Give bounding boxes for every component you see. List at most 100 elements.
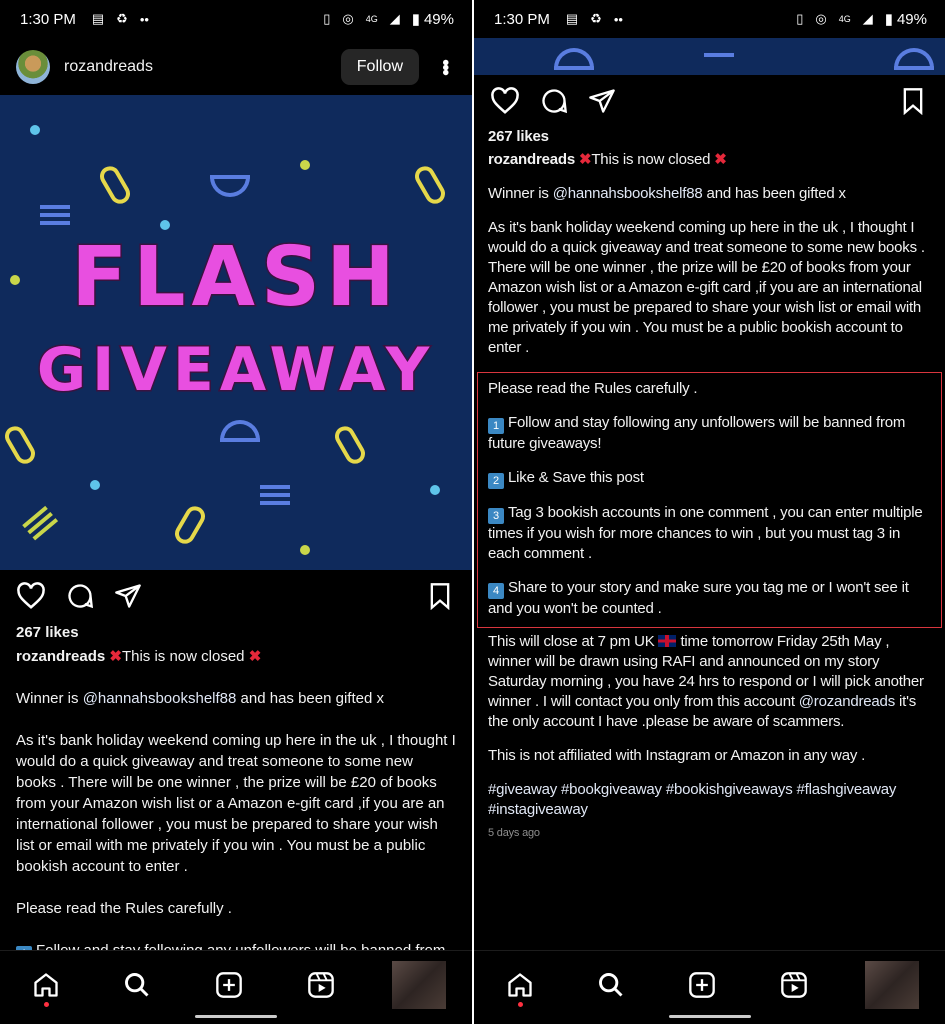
nav-home[interactable]	[26, 965, 66, 1007]
notification-icon: ▤	[91, 11, 105, 26]
add-post-icon	[216, 971, 242, 998]
keycap-4-icon: 4	[488, 583, 504, 599]
winner-handle[interactable]: @hannahsbookshelf88	[83, 690, 237, 707]
more-options-icon[interactable]: •••	[433, 59, 456, 74]
cross-mark-icon: ✖	[248, 648, 262, 665]
network-label: 4G	[838, 14, 851, 24]
vibrate-icon: ▯	[323, 11, 331, 26]
nav-search[interactable]	[591, 965, 631, 1005]
post-caption: 267 likes rozandreads ✖This is now close…	[474, 127, 945, 840]
comment-icon[interactable]	[540, 87, 568, 115]
notification-icon: ▤	[565, 11, 579, 26]
post-image[interactable]	[474, 38, 945, 75]
image-title-line2: GIVEAWAY	[35, 334, 436, 407]
caption-username[interactable]: rozandreads	[16, 648, 105, 665]
post-caption: 267 likes rozandreads ✖This is now close…	[0, 622, 472, 952]
status-time: 1:30 PM	[20, 10, 76, 28]
post-image[interactable]: FLASH GIVEAWAY	[0, 95, 472, 570]
share-icon[interactable]	[588, 87, 616, 115]
post-timestamp: 5 days ago	[488, 827, 540, 839]
winner-text: Winner is	[488, 185, 553, 202]
intro-text: As it's bank holiday weekend coming up h…	[16, 732, 456, 875]
winner-handle[interactable]: @hannahsbookshelf88	[553, 185, 703, 202]
bottom-nav	[0, 950, 472, 1024]
comment-icon[interactable]	[66, 582, 94, 610]
nav-search[interactable]	[117, 965, 157, 1005]
disclaimer: This is not affiliated with Instagram or…	[488, 747, 866, 764]
rule-3: Tag 3 bookish accounts in one comment , …	[488, 504, 923, 562]
more-notifications-icon: ••	[613, 11, 623, 27]
home-icon	[508, 972, 532, 997]
keycap-2-icon: 2	[488, 473, 504, 489]
account-handle[interactable]: @rozandreads	[799, 693, 895, 710]
reels-icon	[781, 971, 807, 998]
status-bar: 1:30 PM ▤ ♻ •• ▯ ◎ 4G ◢ ▮ 49%	[474, 0, 945, 38]
nav-profile-avatar[interactable]	[392, 960, 447, 1009]
phone-screen-left: 1:30 PM ▤ ♻ •• ▯ ◎ 4G ◢ ▮ 49% rozandread…	[0, 0, 472, 1024]
caption-headline: This is now closed	[121, 648, 245, 665]
rules-title: Please read the Rules carefully .	[16, 900, 232, 917]
more-notifications-icon: ••	[139, 11, 149, 27]
share-icon[interactable]	[114, 582, 142, 610]
home-icon	[34, 972, 58, 997]
likes-count[interactable]: 267 likes	[488, 127, 931, 147]
nav-profile-avatar[interactable]	[865, 960, 920, 1009]
winner-text: Winner is	[16, 690, 83, 707]
reels-icon	[307, 971, 334, 998]
sync-icon: ♻	[590, 11, 602, 26]
keycap-1-icon: 1	[488, 418, 504, 434]
hotspot-icon: ◎	[815, 11, 827, 26]
nav-home[interactable]	[500, 965, 540, 1007]
status-bar: 1:30 PM ▤ ♻ •• ▯ ◎ 4G ◢ ▮ 49%	[0, 0, 472, 38]
username[interactable]: rozandreads	[64, 58, 341, 76]
rule-2: Like & Save this post	[508, 469, 644, 486]
signal-icon: ◢	[389, 11, 400, 26]
battery-level: 49%	[423, 10, 454, 28]
hashtags[interactable]: #giveaway #bookgiveaway #bookishgiveaway…	[488, 780, 931, 820]
like-icon[interactable]	[16, 582, 46, 610]
bookmark-icon[interactable]	[428, 582, 452, 610]
caption-headline: This is now closed	[591, 151, 711, 168]
avatar[interactable]	[16, 49, 50, 84]
cross-mark-icon: ✖	[109, 648, 122, 665]
add-post-icon	[689, 971, 716, 998]
battery-level: 49%	[896, 10, 927, 28]
search-icon	[125, 972, 149, 997]
search-icon	[599, 972, 623, 997]
nav-reels[interactable]	[301, 965, 341, 1005]
nav-create[interactable]	[209, 965, 249, 1005]
rule-1: Follow and stay following any unfollower…	[488, 414, 906, 452]
likes-count[interactable]: 267 likes	[16, 622, 456, 643]
sync-icon: ♻	[116, 11, 128, 26]
like-icon[interactable]	[490, 87, 520, 115]
keycap-3-icon: 3	[488, 508, 504, 524]
hotspot-icon: ◎	[342, 11, 354, 26]
winner-text-end: and has been gifted x	[702, 185, 846, 202]
intro-text: As it's bank holiday weekend coming up h…	[488, 219, 925, 356]
post-actions	[0, 570, 472, 622]
gesture-bar[interactable]	[668, 1015, 751, 1018]
follow-button[interactable]: Follow	[340, 48, 419, 85]
rule-4: Share to your story and make sure you ta…	[488, 579, 909, 617]
nav-reels[interactable]	[774, 965, 814, 1005]
bottom-nav	[474, 950, 945, 1024]
rules-title: Please read the Rules carefully .	[488, 380, 698, 397]
signal-icon: ◢	[862, 11, 873, 26]
image-title-line1: FLASH	[70, 229, 401, 327]
rules-highlight-box: Please read the Rules carefully . 1 Follo…	[477, 372, 942, 628]
cross-mark-icon: ✖	[714, 151, 727, 168]
post-header: rozandreads Follow •••	[0, 38, 472, 95]
network-label: 4G	[365, 14, 378, 24]
close-text: This will close at 7 pm UK	[488, 633, 659, 650]
nav-create[interactable]	[682, 965, 722, 1005]
notification-dot	[43, 1001, 49, 1007]
status-time: 1:30 PM	[494, 10, 550, 28]
caption-username[interactable]: rozandreads	[488, 151, 575, 168]
battery-icon: ▮	[411, 11, 420, 28]
gesture-bar[interactable]	[195, 1015, 277, 1018]
battery-icon: ▮	[884, 11, 893, 28]
winner-text-end: and has been gifted x	[236, 690, 384, 707]
post-actions	[474, 75, 945, 127]
cross-mark-icon: ✖	[578, 151, 592, 168]
bookmark-icon[interactable]	[901, 87, 925, 115]
